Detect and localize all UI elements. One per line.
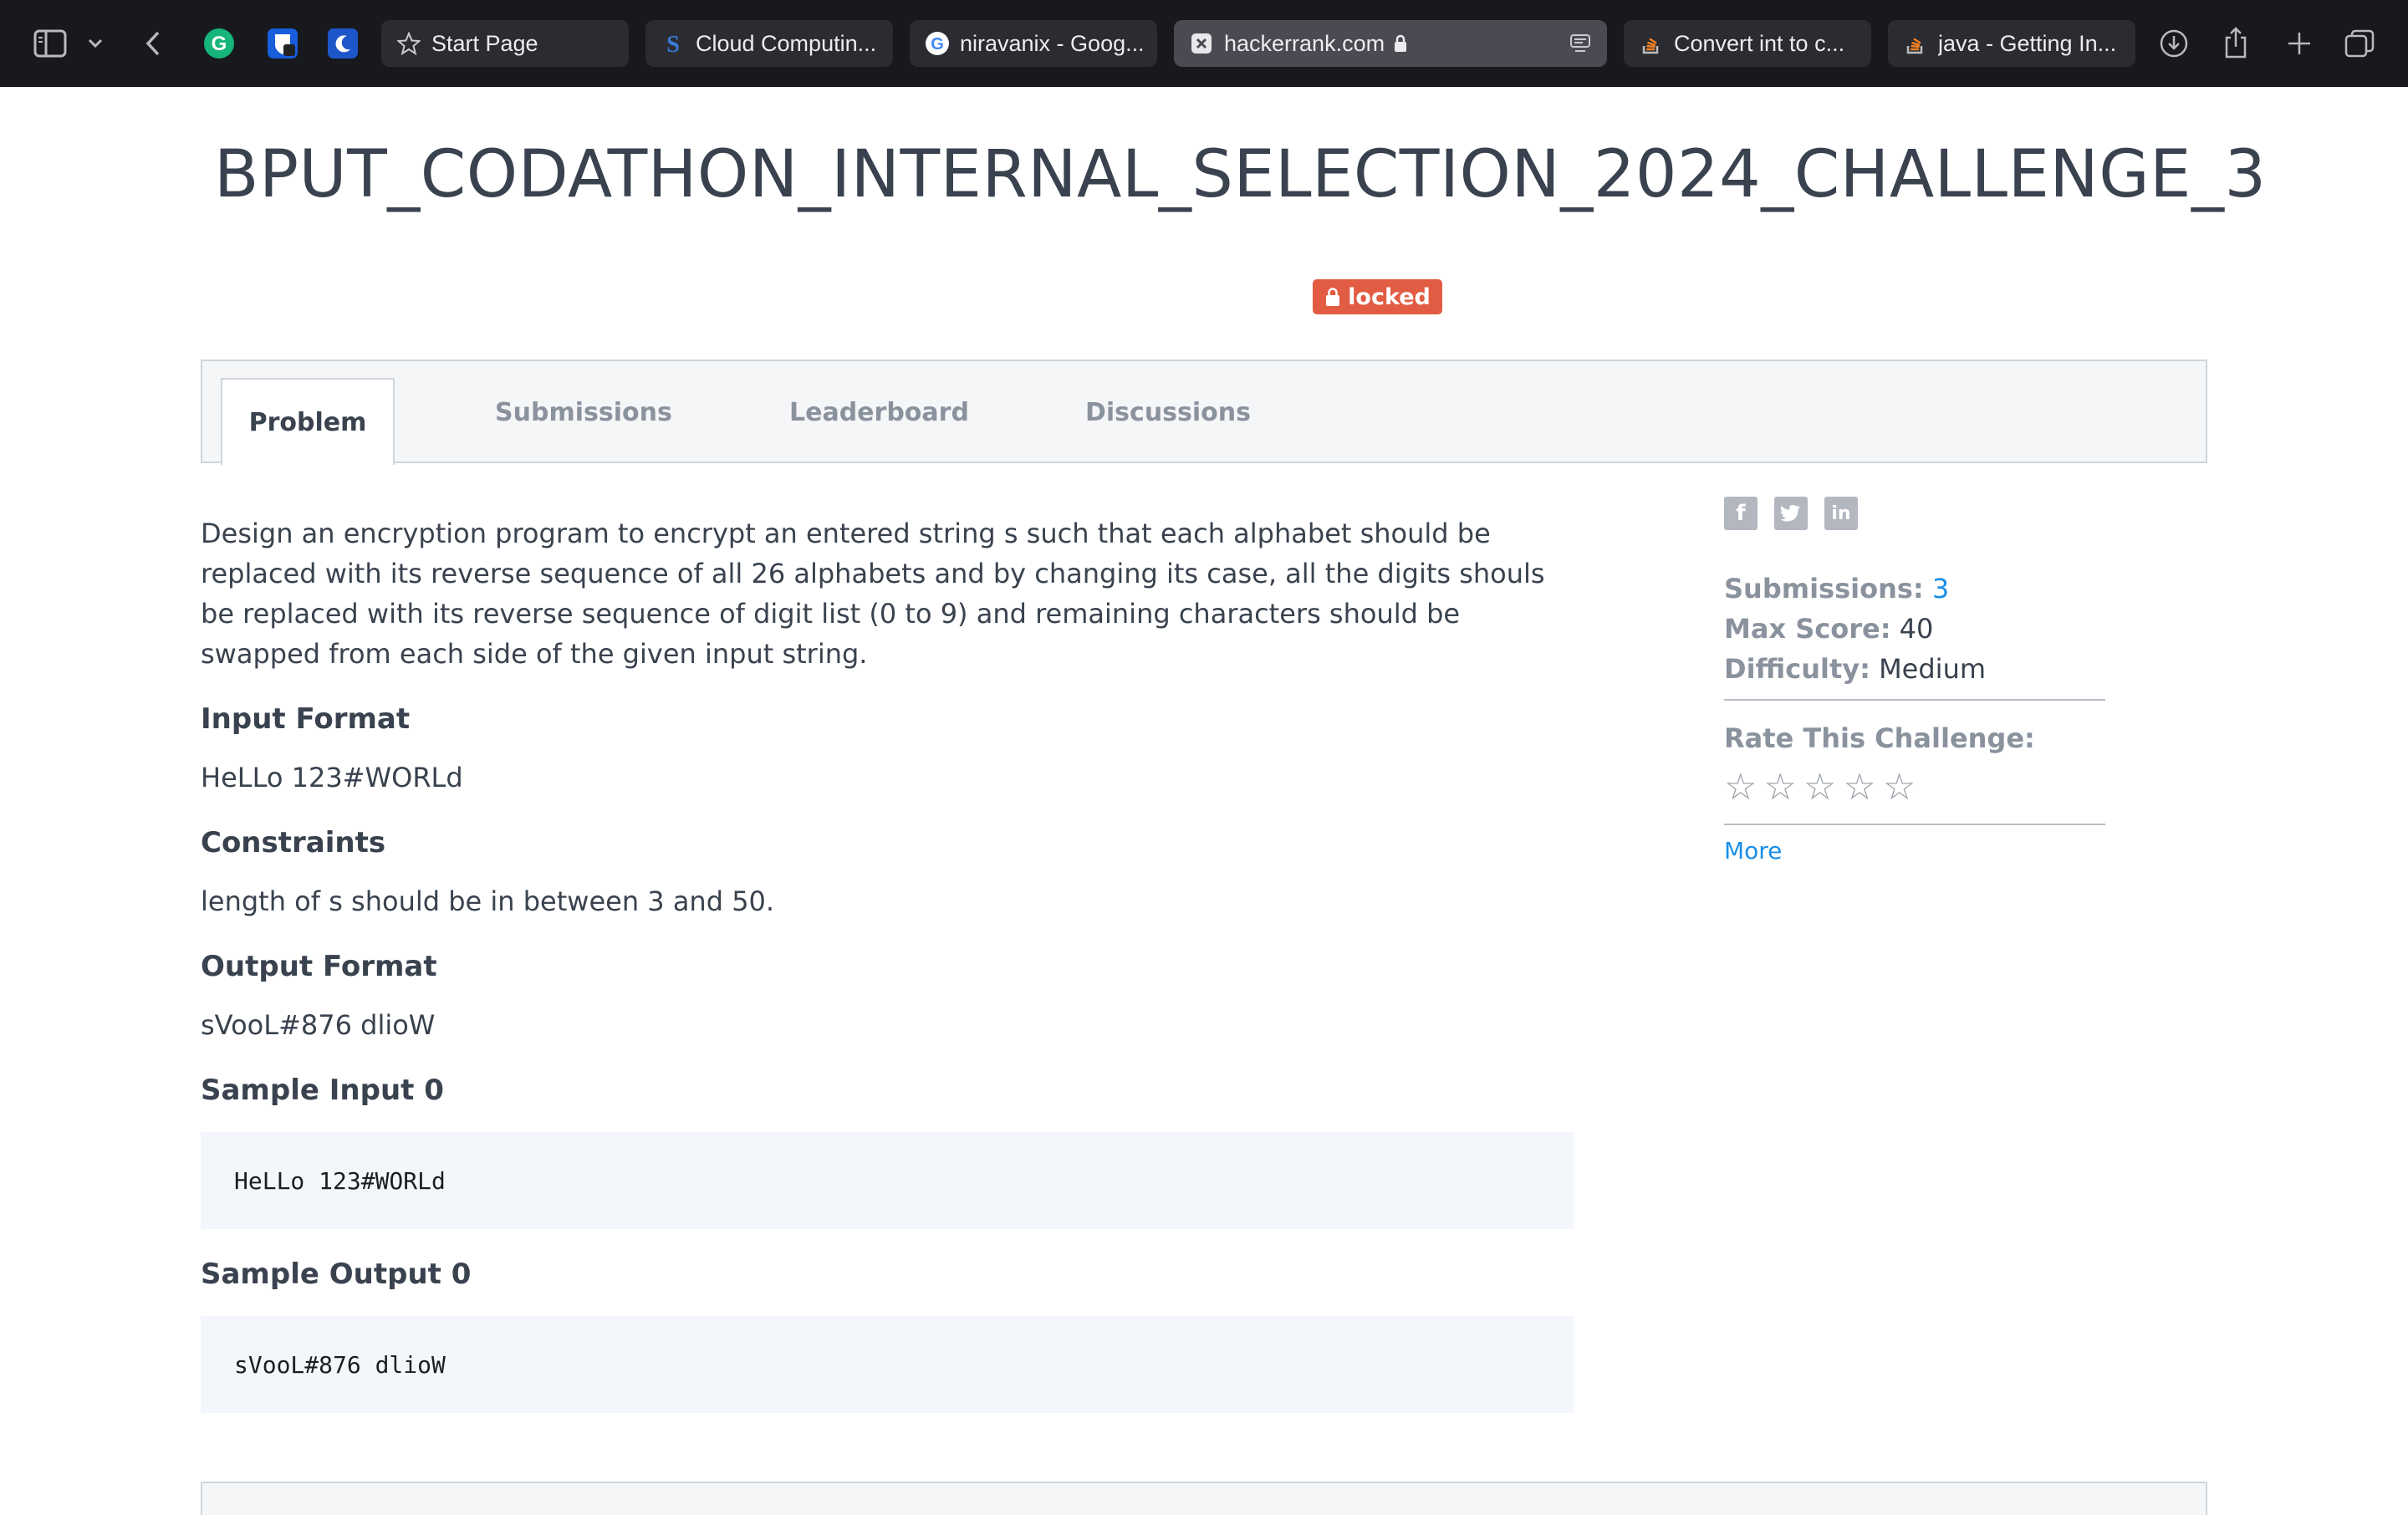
input-format-text: HeLLo 123#WORLd [201,762,463,793]
s-logo-icon: S [661,31,686,56]
facebook-icon[interactable]: f [1724,497,1758,530]
submissions-label: Submissions: [1724,573,1924,604]
back-arrow-icon[interactable] [140,25,166,62]
svg-text:G: G [931,35,944,54]
google-icon: G [925,31,950,56]
max-score-stat: Max Score: 40 [1724,609,2105,649]
tab-label: Start Page [431,30,538,56]
rate-challenge-label: Rate This Challenge: [1724,722,2035,754]
input-format-heading: Input Format [201,702,411,736]
star-icon[interactable]: ☆ [1763,766,1796,809]
challenge-sidebar: f in Submissions: 3 Max Score: 40 Diffic… [1724,497,2105,865]
status-badge: locked [1313,279,1442,314]
more-link[interactable]: More [1724,837,2105,865]
submissions-stat: Submissions: 3 [1724,569,2105,609]
star-icon[interactable]: ☆ [1724,766,1757,809]
stackoverflow-icon [1639,31,1664,56]
star-icon[interactable]: ☆ [1843,766,1875,809]
submissions-count-link[interactable]: 3 [1932,573,1949,604]
sample-input-code: HeLLo 123#WORLd [201,1132,1574,1229]
chevron-down-icon[interactable] [85,32,105,55]
sample-output-code: sVooL#876 dlioW [201,1316,1574,1413]
lock-icon [1326,288,1340,306]
tab-label: niravanix - Goog... [960,30,1142,56]
tab-cloud-computing[interactable]: S Cloud Computin... [645,20,893,67]
social-share: f in [1724,497,2105,530]
tab-label: hackerrank.com [1224,30,1385,56]
tab-start-page[interactable]: Start Page [381,20,629,67]
svg-text:G: G [212,33,227,55]
rating-stars: ☆ ☆ ☆ ☆ ☆ [1724,766,2105,809]
tab-leaderboard[interactable]: Leaderboard [789,361,969,463]
page-title: BPUT_CODATHON_INTERNAL_SELECTION_2024_CH… [214,137,2267,212]
sample-input-heading: Sample Input 0 [201,1074,444,1107]
stackoverflow-icon [1903,31,1928,56]
dark-mode-extension-icon[interactable] [326,27,360,60]
problem-statement: Design an encryption program to encrypt … [201,513,1574,1413]
twitter-icon[interactable] [1774,497,1808,530]
tab-discussions[interactable]: Discussions [1085,361,1251,463]
constraints-text: length of s should be in between 3 and 5… [201,885,775,917]
grammarly-extension-icon[interactable]: G [202,27,236,60]
share-icon[interactable] [2219,23,2252,62]
max-score-label: Max Score: [1724,613,1891,645]
star-icon[interactable]: ☆ [1883,766,1916,809]
star-icon[interactable]: ☆ [1803,766,1836,809]
difficulty-stat: Difficulty: Medium [1724,649,2105,689]
difficulty-label: Difficulty: [1724,653,1870,685]
output-format-text: sVooL#876 dlioW [201,1009,436,1041]
divider [1724,699,2105,701]
page-content: BPUT_CODATHON_INTERNAL_SELECTION_2024_CH… [0,87,2408,1515]
constraints-heading: Constraints [201,826,386,860]
tab-problem[interactable]: Problem [221,378,395,465]
divider [1724,824,2105,825]
lock-icon [1393,33,1408,54]
new-tab-icon[interactable] [2281,25,2318,62]
download-icon[interactable] [2155,25,2192,62]
tab-hackerrank[interactable]: hackerrank.com [1174,20,1607,67]
tab-label: java - Getting In... [1938,30,2117,56]
difficulty-value: Medium [1879,653,1987,685]
editor-panel-edge [201,1482,2207,1515]
tab-submissions[interactable]: Submissions [495,361,672,463]
svg-text:S: S [666,32,680,55]
reader-mode-icon[interactable] [1569,33,1592,54]
problem-description: Design an encryption program to encrypt … [201,518,1545,670]
star-icon [396,31,421,56]
bitwarden-extension-icon[interactable] [266,27,299,60]
sample-output-heading: Sample Output 0 [201,1257,472,1291]
sidebar-toggle-icon[interactable] [32,25,69,62]
max-score-value: 40 [1899,613,1934,645]
status-label: locked [1348,283,1431,310]
tab-overview-icon[interactable] [2341,25,2378,62]
tab-label: Cloud Computin... [696,30,877,56]
tab-google-search[interactable]: G niravanix - Goog... [910,20,1157,67]
browser-toolbar: G Start Page S Cloud Computin... G nirav… [0,0,2408,87]
tab-java-getting[interactable]: java - Getting In... [1888,20,2135,67]
linkedin-icon[interactable]: in [1824,497,1858,530]
tab-convert-int[interactable]: Convert int to c... [1624,20,1871,67]
tab-label: Convert int to c... [1674,30,1845,56]
hackerrank-icon [1189,31,1214,56]
challenge-tabs: Problem Submissions Leaderboard Discussi… [201,360,2207,465]
output-format-heading: Output Format [201,950,437,983]
